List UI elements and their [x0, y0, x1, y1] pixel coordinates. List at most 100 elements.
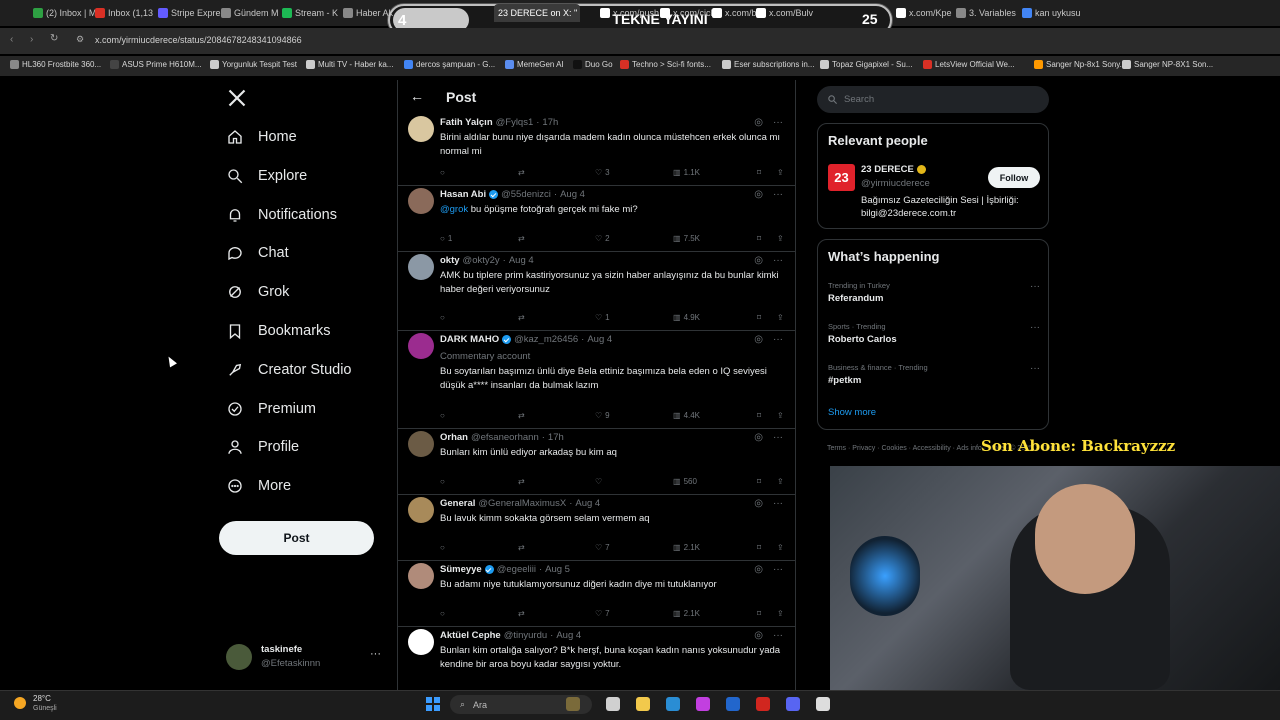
url-text[interactable]: x.com/yirmiucderece/status/2084678248341… [95, 35, 302, 45]
reply-handle[interactable]: @egeeliii [497, 564, 536, 575]
taskbar-app-icon[interactable] [726, 697, 740, 711]
trend-item[interactable]: Trending in Turkey Referandum ··· [828, 281, 1040, 304]
views-button[interactable]: ▥ 4.9K [673, 313, 700, 322]
grok-explain-icon[interactable]: ◎ [754, 189, 763, 200]
like-button[interactable]: ♡ 2 [595, 234, 610, 243]
browser-tab[interactable]: x.com/bo [712, 4, 762, 22]
back-arrow-icon[interactable]: ← [410, 88, 424, 104]
reply-handle[interactable]: @kaz_m26456 [514, 334, 578, 345]
bookmark-icon[interactable]: ⌑ [757, 609, 761, 618]
show-more-link[interactable]: Show more [828, 407, 876, 418]
reply-handle[interactable]: @tinyurdu [504, 630, 547, 641]
views-button[interactable]: ▥ 2.1K [673, 609, 700, 618]
trend-item[interactable]: Sports · Trending Roberto Carlos ··· [828, 322, 1040, 345]
reply-button[interactable]: ○ [440, 477, 448, 486]
reply-avatar[interactable] [408, 188, 434, 214]
more-dots-icon[interactable]: ··· [773, 255, 783, 266]
browser-tab[interactable]: Stream - K [282, 4, 338, 22]
grok-explain-icon[interactable]: ◎ [754, 432, 763, 443]
reply-button[interactable]: ○ [440, 411, 448, 420]
bookmark-item[interactable]: Sanger Np-8x1 Sony... [1034, 60, 1126, 69]
views-button[interactable]: ▥ 1.1K [673, 168, 700, 177]
nav-item-notifications[interactable]: Notifications [226, 197, 337, 233]
nav-item-home[interactable]: Home [226, 119, 297, 155]
more-dots-icon[interactable]: ··· [773, 432, 783, 443]
search-input[interactable]: Search [817, 86, 1049, 113]
reply-item[interactable]: Sümeyye @egeeliii · Aug 5 ◎ ··· Bu adamı niye … [398, 561, 795, 627]
site-info-icon[interactable]: ⚙ [76, 34, 84, 45]
reply-item[interactable]: Aktüel Cephe @tinyurdu · Aug 4 ◎ ··· Bunları k… [398, 627, 795, 690]
bookmark-item[interactable]: ASUS Prime H610M... [110, 60, 202, 69]
reply-handle[interactable]: @GeneralMaximusX [478, 498, 566, 509]
bookmark-item[interactable]: Sanger NP-8X1 Son... [1122, 60, 1213, 69]
nav-item-chat[interactable]: Chat [226, 235, 289, 271]
windows-start-icon[interactable] [426, 697, 440, 711]
reply-time[interactable]: 17h [542, 117, 558, 128]
reply-item[interactable]: okty @okty2y · Aug 4 ◎ ··· AMK bu tiplere prim… [398, 252, 795, 331]
like-button[interactable]: ♡ 1 [595, 313, 610, 322]
retweet-button[interactable]: ⇄ [518, 609, 528, 618]
nav-item-explore[interactable]: Explore [226, 158, 307, 194]
reload-icon[interactable]: ↻ [50, 33, 58, 44]
taskbar-app-icon[interactable] [566, 697, 580, 711]
account-switcher[interactable]: taskinefe @Efetaskinnn ··· [226, 640, 396, 676]
reply-author[interactable]: Aktüel Cephe [440, 630, 501, 641]
reply-time[interactable]: Aug 4 [509, 255, 534, 266]
browser-tab[interactable]: 3. Variables [956, 4, 1016, 22]
more-dots-icon[interactable]: ··· [773, 564, 783, 575]
taskbar-app-icon[interactable] [666, 697, 680, 711]
bookmark-icon[interactable]: ⌑ [757, 168, 761, 177]
bookmark-item[interactable]: Yorgunluk Tespit Test [210, 60, 297, 69]
browser-tab[interactable]: kan uykusu [1022, 4, 1081, 22]
follow-button[interactable]: Follow [988, 167, 1040, 188]
bookmark-icon[interactable]: ⌑ [757, 477, 761, 486]
reply-item[interactable]: General @GeneralMaximusX · Aug 4 ◎ ··· Bu lavu… [398, 495, 795, 561]
forward-arrow-icon[interactable]: › [30, 34, 33, 45]
like-button[interactable]: ♡ [595, 477, 605, 486]
reply-time[interactable]: Aug 4 [556, 630, 581, 641]
browser-tab[interactable]: (2) Inbox | M [33, 4, 96, 22]
reply-button[interactable]: ○ 1 [440, 234, 452, 243]
grok-explain-icon[interactable]: ◎ [754, 498, 763, 509]
more-dots-icon[interactable]: ··· [773, 630, 783, 641]
weather-icon[interactable] [14, 697, 26, 709]
retweet-button[interactable]: ⇄ [518, 313, 528, 322]
reply-handle[interactable]: @okty2y [463, 255, 500, 266]
bookmark-item[interactable]: LetsView Official We... [923, 60, 1015, 69]
reply-button[interactable]: ○ [440, 313, 448, 322]
nav-item-premium[interactable]: Premium [226, 391, 316, 427]
browser-tab[interactable]: x.com/Bulv [756, 4, 813, 22]
reply-author[interactable]: Orhan [440, 432, 468, 443]
retweet-button[interactable]: ⇄ [518, 234, 528, 243]
retweet-button[interactable]: ⇄ [518, 543, 528, 552]
nav-item-profile[interactable]: Profile [226, 429, 299, 465]
back-arrow-icon[interactable]: ‹ [10, 34, 13, 45]
reply-handle[interactable]: @Fylqs1 [496, 117, 534, 128]
grok-explain-icon[interactable]: ◎ [754, 334, 763, 345]
bookmark-item[interactable]: MemeGen AI [505, 60, 564, 69]
grok-explain-icon[interactable]: ◎ [754, 564, 763, 575]
reply-handle[interactable]: @efsaneorhann [471, 432, 539, 443]
bookmark-item[interactable]: Topaz Gigapixel - Su... [820, 60, 912, 69]
mention-link[interactable]: @grok [440, 204, 468, 215]
like-button[interactable]: ♡ 9 [595, 411, 610, 420]
taskbar-app-icon[interactable] [636, 697, 650, 711]
reply-time[interactable]: Aug 4 [575, 498, 600, 509]
retweet-button[interactable]: ⇄ [518, 411, 528, 420]
views-button[interactable]: ▥ 560 [673, 477, 697, 486]
reply-avatar[interactable] [408, 563, 434, 589]
person-avatar[interactable]: 23 [828, 164, 855, 191]
reply-avatar[interactable] [408, 497, 434, 523]
browser-tab[interactable]: x.com/Kpe [896, 4, 952, 22]
reply-avatar[interactable] [408, 116, 434, 142]
like-button[interactable]: ♡ 3 [595, 168, 610, 177]
reply-button[interactable]: ○ [440, 168, 448, 177]
trend-more-icon[interactable]: ··· [1030, 322, 1040, 333]
grok-explain-icon[interactable]: ◎ [754, 630, 763, 641]
nav-item-creator-studio[interactable]: Creator Studio [226, 352, 352, 388]
browser-tab[interactable]: x.com/cick [660, 4, 715, 22]
bookmark-icon[interactable]: ⌑ [757, 234, 761, 243]
reply-author[interactable]: okty [440, 255, 460, 266]
like-button[interactable]: ♡ 7 [595, 609, 610, 618]
share-icon[interactable]: ⇪ [777, 313, 784, 322]
